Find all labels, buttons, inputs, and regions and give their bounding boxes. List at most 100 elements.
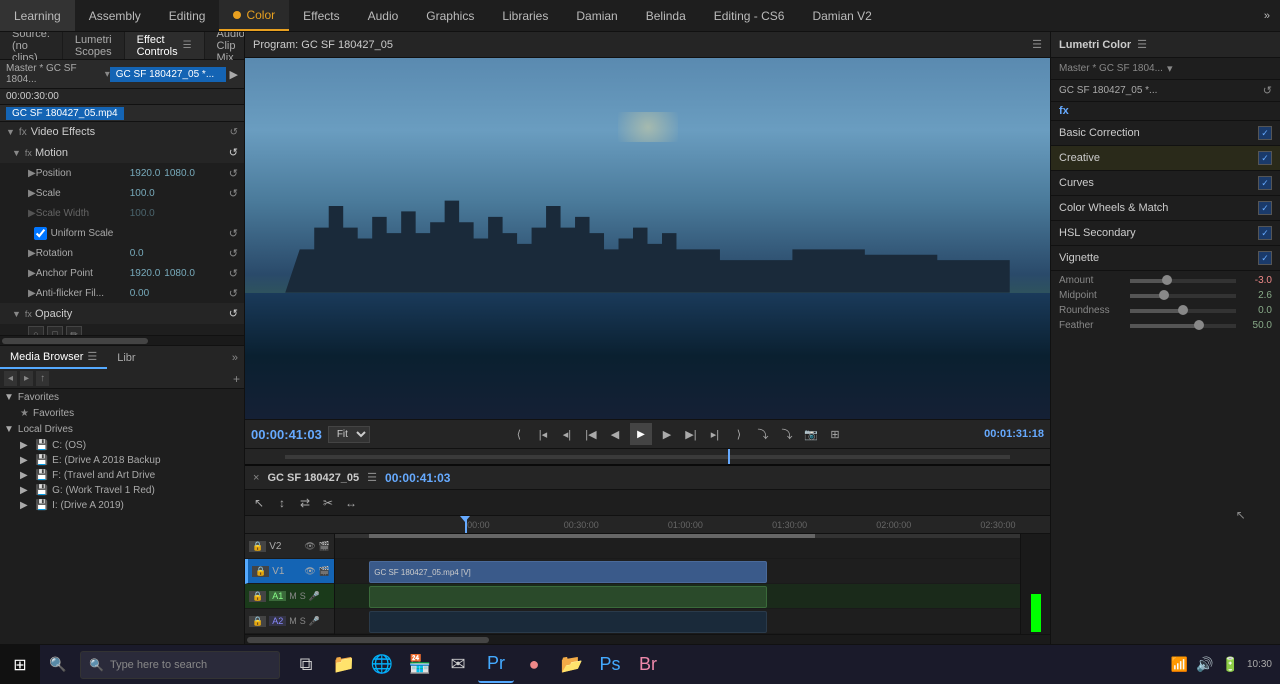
- scale-reset[interactable]: ↺: [229, 187, 238, 200]
- position-expand[interactable]: ▶: [28, 168, 36, 179]
- opacity-reset[interactable]: ↺: [229, 307, 238, 320]
- v1-eye-icon[interactable]: 👁: [304, 566, 315, 577]
- drive-c-expand[interactable]: ▶: [20, 440, 28, 451]
- nav-assembly[interactable]: Assembly: [75, 0, 155, 31]
- lumetri-hsl-secondary[interactable]: HSL Secondary ✓: [1051, 221, 1280, 246]
- nav-libraries[interactable]: Libraries: [488, 0, 562, 31]
- nav-learning[interactable]: Learning: [0, 0, 75, 31]
- basic-correction-checkbox[interactable]: ✓: [1258, 126, 1272, 140]
- drive-g[interactable]: ▶ 💾 G: (Work Travel 1 Red): [0, 483, 244, 498]
- scale-expand[interactable]: ▶: [28, 188, 36, 199]
- preview-scrubber[interactable]: [245, 448, 1050, 464]
- taskbar-chrome[interactable]: ●: [516, 647, 552, 683]
- v1-clip[interactable]: GC SF 180427_05.mp4 [V]: [369, 561, 766, 583]
- lumetri-curves[interactable]: Curves ✓: [1051, 171, 1280, 196]
- antiflicker-value[interactable]: 0.00: [130, 288, 149, 299]
- anchor-reset[interactable]: ↺: [229, 267, 238, 280]
- nav-audio[interactable]: Audio: [354, 0, 413, 31]
- windows-start-button[interactable]: ⊞: [0, 645, 40, 684]
- v1-clip-icon[interactable]: 🎬: [319, 566, 330, 577]
- a2-mic-icon[interactable]: 🎤: [309, 616, 320, 627]
- a2-s-button[interactable]: S: [300, 616, 306, 626]
- creative-checkbox[interactable]: ✓: [1258, 151, 1272, 165]
- drive-e-expand[interactable]: ▶: [20, 455, 28, 466]
- media-panel-expand[interactable]: »: [226, 352, 244, 364]
- anchor-expand[interactable]: ▶: [28, 268, 36, 279]
- rotation-expand[interactable]: ▶: [28, 248, 36, 259]
- taskbar-folder[interactable]: 📂: [554, 647, 590, 683]
- hsl-checkbox[interactable]: ✓: [1258, 226, 1272, 240]
- rotation-value[interactable]: 0.0: [130, 248, 144, 259]
- vignette-checkbox[interactable]: ✓: [1258, 251, 1272, 265]
- fit-select[interactable]: Fit: [328, 426, 370, 443]
- taskbar-file-explorer[interactable]: 📁: [326, 647, 362, 683]
- roundness-slider[interactable]: [1130, 309, 1236, 313]
- nav-more-button[interactable]: »: [1254, 10, 1280, 22]
- scroll-thumb[interactable]: [2, 338, 148, 344]
- clip-play-button[interactable]: ▶: [230, 68, 238, 81]
- opacity-circle-icon[interactable]: ○: [28, 326, 44, 335]
- nav-editing[interactable]: Editing: [155, 0, 220, 31]
- media-nav-up[interactable]: ↑: [36, 371, 49, 386]
- drive-g-expand[interactable]: ▶: [20, 485, 28, 496]
- favorites-section[interactable]: ▼ Favorites: [0, 389, 244, 406]
- taskbar-volume-icon[interactable]: 🔊: [1196, 656, 1213, 673]
- tab-audio-clip-mix[interactable]: Audio Clip Mix: [205, 32, 245, 59]
- taskbar-search-box[interactable]: 🔍 Type here to search: [80, 651, 280, 679]
- mark-out-button[interactable]: ⟩: [730, 425, 748, 443]
- drive-f[interactable]: ▶ 💾 F: (Travel and Art Drive: [0, 468, 244, 483]
- motion-reset[interactable]: ↺: [229, 146, 238, 159]
- local-drives-section[interactable]: ▼ Local Drives: [0, 421, 244, 438]
- lumetri-master-dropdown[interactable]: ▾: [1167, 62, 1173, 75]
- timeline-close-icon[interactable]: ×: [253, 472, 259, 484]
- feather-slider-thumb[interactable]: [1194, 320, 1204, 330]
- anchor-y-value[interactable]: 1080.0: [164, 268, 195, 279]
- a1-m-button[interactable]: M: [289, 591, 297, 601]
- go-to-next-edit[interactable]: ▶|: [682, 425, 700, 443]
- play-button[interactable]: ▶: [630, 423, 652, 445]
- v2-clip-icon[interactable]: 🎬: [319, 541, 330, 552]
- video-effects-header[interactable]: ▼ fx Video Effects ↺: [0, 122, 244, 142]
- go-to-in-button[interactable]: |◂: [534, 425, 552, 443]
- lumetri-color-wheels[interactable]: Color Wheels & Match ✓: [1051, 196, 1280, 221]
- uniform-scale-reset[interactable]: ↺: [229, 227, 238, 240]
- step-back-button[interactable]: ◂|: [558, 425, 576, 443]
- favorites-item[interactable]: ★ Favorites: [0, 406, 244, 421]
- tab-source[interactable]: Source: (no clips): [0, 32, 63, 59]
- ripple-tool[interactable]: ↕: [272, 493, 292, 513]
- taskbar-battery-icon[interactable]: 🔋: [1222, 656, 1239, 673]
- timeline-scroll-thumb[interactable]: [247, 637, 489, 643]
- video-effects-reset[interactable]: ↺: [230, 127, 238, 138]
- taskbar-store[interactable]: 🏪: [402, 647, 438, 683]
- midpoint-slider[interactable]: [1130, 294, 1236, 298]
- nav-graphics[interactable]: Graphics: [412, 0, 488, 31]
- tab-libraries[interactable]: Libr: [107, 346, 145, 369]
- opacity-square-icon[interactable]: □: [47, 326, 63, 335]
- effect-controls-scrollbar[interactable]: [0, 335, 244, 345]
- opacity-pen-icon[interactable]: ✏: [66, 326, 82, 335]
- media-new-folder[interactable]: +: [233, 372, 240, 386]
- step-forward-frame[interactable]: ▶: [658, 425, 676, 443]
- drive-i[interactable]: ▶ 💾 I: (Drive A 2019): [0, 498, 244, 513]
- nav-color[interactable]: Color: [219, 0, 289, 31]
- roll-tool[interactable]: ⇄: [295, 493, 315, 513]
- scale-value[interactable]: 100.0: [130, 188, 155, 199]
- anchor-x-value[interactable]: 1920.0: [130, 268, 161, 279]
- taskbar-network-icon[interactable]: 📶: [1171, 656, 1188, 673]
- a2-lock-icon[interactable]: 🔒: [249, 616, 266, 627]
- media-nav-forward[interactable]: ▸: [20, 371, 33, 386]
- scrubber-track[interactable]: [245, 449, 1050, 464]
- selection-tool[interactable]: ↖: [249, 493, 269, 513]
- nav-effects[interactable]: Effects: [289, 0, 353, 31]
- taskbar-bridge[interactable]: Br: [630, 647, 666, 683]
- taskbar-photoshop[interactable]: Ps: [592, 647, 628, 683]
- drive-f-expand[interactable]: ▶: [20, 470, 28, 481]
- drive-i-expand[interactable]: ▶: [20, 500, 28, 511]
- uniform-scale-checkbox[interactable]: [34, 227, 47, 240]
- nav-damian-v2[interactable]: Damian V2: [798, 0, 885, 31]
- lumetri-basic-correction[interactable]: Basic Correction ✓: [1051, 121, 1280, 146]
- a1-clip[interactable]: [369, 586, 766, 608]
- tab-effect-controls[interactable]: Effect Controls ☰: [125, 32, 205, 59]
- v1-lock-icon[interactable]: 🔒: [252, 566, 269, 577]
- go-to-prev-edit[interactable]: |◀: [582, 425, 600, 443]
